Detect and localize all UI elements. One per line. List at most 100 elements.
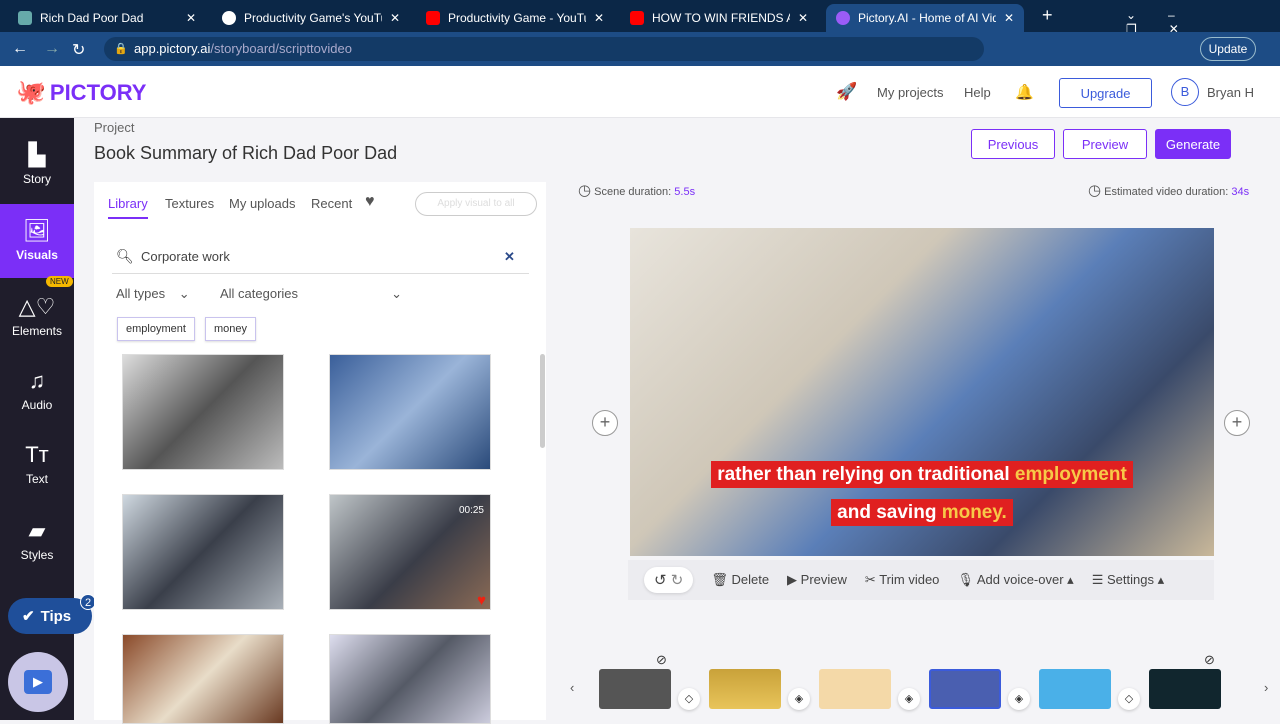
timeline-prev-icon[interactable]: ‹ (570, 680, 574, 695)
close-icon[interactable]: ✕ (1004, 11, 1014, 25)
delete-button[interactable]: 🗑︎ Delete (711, 572, 769, 588)
tag-chip[interactable]: money (205, 317, 257, 341)
visual-thumbnail[interactable]: 00:25 ♥ (329, 494, 491, 610)
clock-icon: ◷ (578, 182, 592, 199)
project-title[interactable]: Book Summary of Rich Dad Poor Dad (94, 143, 397, 164)
panel-scrollbar[interactable] (540, 354, 545, 448)
browser-tab[interactable]: Productivity Game's YouTube✕ (212, 4, 410, 32)
search-input[interactable]: Corporate work (112, 242, 529, 274)
add-voice-over-button[interactable]: 🎙︎ Add voice-over ▴ (957, 572, 1073, 588)
tab-my-uploads[interactable]: My uploads (229, 196, 295, 211)
close-icon[interactable]: ✕ (798, 11, 808, 25)
undo-icon[interactable]: ↺ (654, 572, 667, 589)
clock-icon: ◷ (1088, 182, 1102, 199)
timeline-scene[interactable] (1039, 669, 1111, 709)
url-field[interactable]: app.pictory.ai/storyboard/scripttovideo (104, 37, 984, 61)
caption-line-2: and saving money. (630, 499, 1214, 526)
visual-thumbnail[interactable] (122, 494, 284, 610)
redo-icon[interactable]: ↻ (671, 572, 684, 589)
bell-icon[interactable]: 🔔 (1015, 83, 1034, 101)
tab-favorites-heart-icon[interactable]: ♥ (365, 193, 375, 211)
browser-tab[interactable]: Rich Dad Poor Dad ✕ (8, 4, 206, 32)
visual-thumbnail[interactable] (122, 354, 284, 470)
add-scene-before-icon[interactable]: + (592, 410, 618, 436)
play-icon: ▶ (787, 572, 798, 587)
layers-icon[interactable]: ◇ (678, 688, 700, 710)
timeline-scene-selected[interactable] (929, 669, 1001, 709)
visual-thumbnail[interactable] (329, 634, 491, 724)
my-projects-link[interactable]: My projects (877, 85, 943, 100)
trim-video-button[interactable]: ✂ Trim video (865, 572, 940, 588)
chat-icon: ▶ (24, 670, 52, 694)
sidebar-item-styles[interactable]: ▰ Styles (0, 504, 74, 578)
undo-redo-group: ↺ ↻ (644, 567, 694, 593)
browser-tab-active[interactable]: Pictory.AI - Home of AI Video✕ (826, 4, 1024, 32)
trash-icon: 🗑︎ (711, 572, 728, 587)
close-icon[interactable]: ✕ (186, 11, 196, 25)
timeline-scene[interactable] (709, 669, 781, 709)
tag-chip[interactable]: employment (117, 317, 195, 341)
sidebar-item-audio[interactable]: ♫ Audio (0, 354, 74, 428)
microphone-icon: 🎙︎ (957, 572, 974, 587)
close-icon[interactable]: ✕ (390, 11, 400, 25)
scissors-icon: ✂ (864, 572, 876, 587)
preview-button[interactable]: Preview (1063, 129, 1147, 159)
sidebar-item-elements[interactable]: △♡ Elements (0, 280, 74, 354)
preview-scene-button[interactable]: ▶ Preview (787, 572, 847, 588)
pictory-logo[interactable]: 🐙 PICTORY (16, 78, 146, 107)
layers-icon[interactable]: ◇ (1118, 688, 1140, 710)
reload-icon[interactable]: ↻ (72, 40, 85, 60)
sidebar-item-text[interactable]: Tт Text (0, 428, 74, 502)
close-icon[interactable]: ✕ (594, 11, 604, 25)
help-link[interactable]: Help (964, 85, 991, 100)
timeline-scene[interactable] (1149, 669, 1221, 709)
generate-button[interactable]: Generate (1155, 129, 1231, 159)
caption-line-1: rather than relying on traditional emplo… (630, 461, 1214, 488)
browser-tab[interactable]: Productivity Game - YouTube✕ (416, 4, 614, 32)
rocket-icon[interactable]: 🚀 (836, 82, 857, 102)
timeline-next-icon[interactable]: › (1264, 680, 1268, 695)
music-icon: ♫ (28, 368, 46, 393)
chevron-down-icon: ⌄ (391, 286, 402, 301)
category-filter-dropdown[interactable]: All categories ⌄ (220, 286, 402, 302)
chatgpt-icon (18, 11, 32, 25)
hidden-eye-icon[interactable]: ⊘ (656, 652, 667, 668)
upgrade-button[interactable]: Upgrade (1059, 78, 1152, 108)
chat-button[interactable]: ▶ (8, 652, 68, 712)
previous-button[interactable]: Previous (971, 129, 1055, 159)
story-icon: ▙ (28, 142, 46, 167)
forward-icon[interactable]: → (44, 40, 60, 58)
layers-icon[interactable]: ◈ (788, 688, 810, 710)
styles-icon: ▰ (28, 518, 46, 543)
new-tab-button[interactable]: + (1042, 5, 1053, 26)
user-name[interactable]: Bryan H (1207, 85, 1254, 100)
favorite-heart-icon[interactable]: ♥ (477, 592, 486, 609)
apply-visual-to-all-button[interactable]: Apply visual to all (415, 192, 537, 216)
back-icon[interactable]: ← (12, 40, 28, 58)
hidden-eye-icon[interactable]: ⊘ (1204, 652, 1215, 668)
pictory-icon (836, 11, 850, 25)
layers-icon[interactable]: ◈ (1008, 688, 1030, 710)
tab-library[interactable]: Library (108, 196, 148, 219)
tab-recent[interactable]: Recent (311, 196, 352, 211)
scene-toolbar: ↺ ↻ 🗑︎ Delete ▶ Preview ✂ Trim video 🎙︎ … (628, 560, 1214, 600)
scene-preview[interactable]: rather than relying on traditional emplo… (630, 228, 1214, 556)
scene-duration: ◷ Scene duration: 5.5s (578, 182, 696, 199)
tab-textures[interactable]: Textures (165, 196, 214, 211)
lock-icon: 🔒 (114, 43, 128, 55)
visual-thumbnail[interactable] (329, 354, 491, 470)
update-button[interactable]: Update (1200, 37, 1256, 61)
type-filter-dropdown[interactable]: All types ⌄ (116, 286, 190, 302)
browser-tab[interactable]: HOW TO WIN FRIENDS AND✕ (620, 4, 818, 32)
add-scene-after-icon[interactable]: + (1224, 410, 1250, 436)
settings-button[interactable]: ☰ Settings ▴ (1092, 572, 1164, 588)
visual-thumbnail[interactable] (122, 634, 284, 724)
sidebar-item-visuals[interactable]: 🖼 Visuals (0, 204, 74, 278)
timeline-scene[interactable] (599, 669, 671, 709)
clear-search-icon[interactable]: ✕ (504, 249, 515, 265)
sidebar-item-story[interactable]: ▙ Story (0, 128, 74, 202)
avatar[interactable]: B (1171, 78, 1199, 106)
timeline-scene[interactable] (819, 669, 891, 709)
layers-icon[interactable]: ◈ (898, 688, 920, 710)
image-icon: 🖼 (23, 218, 51, 243)
